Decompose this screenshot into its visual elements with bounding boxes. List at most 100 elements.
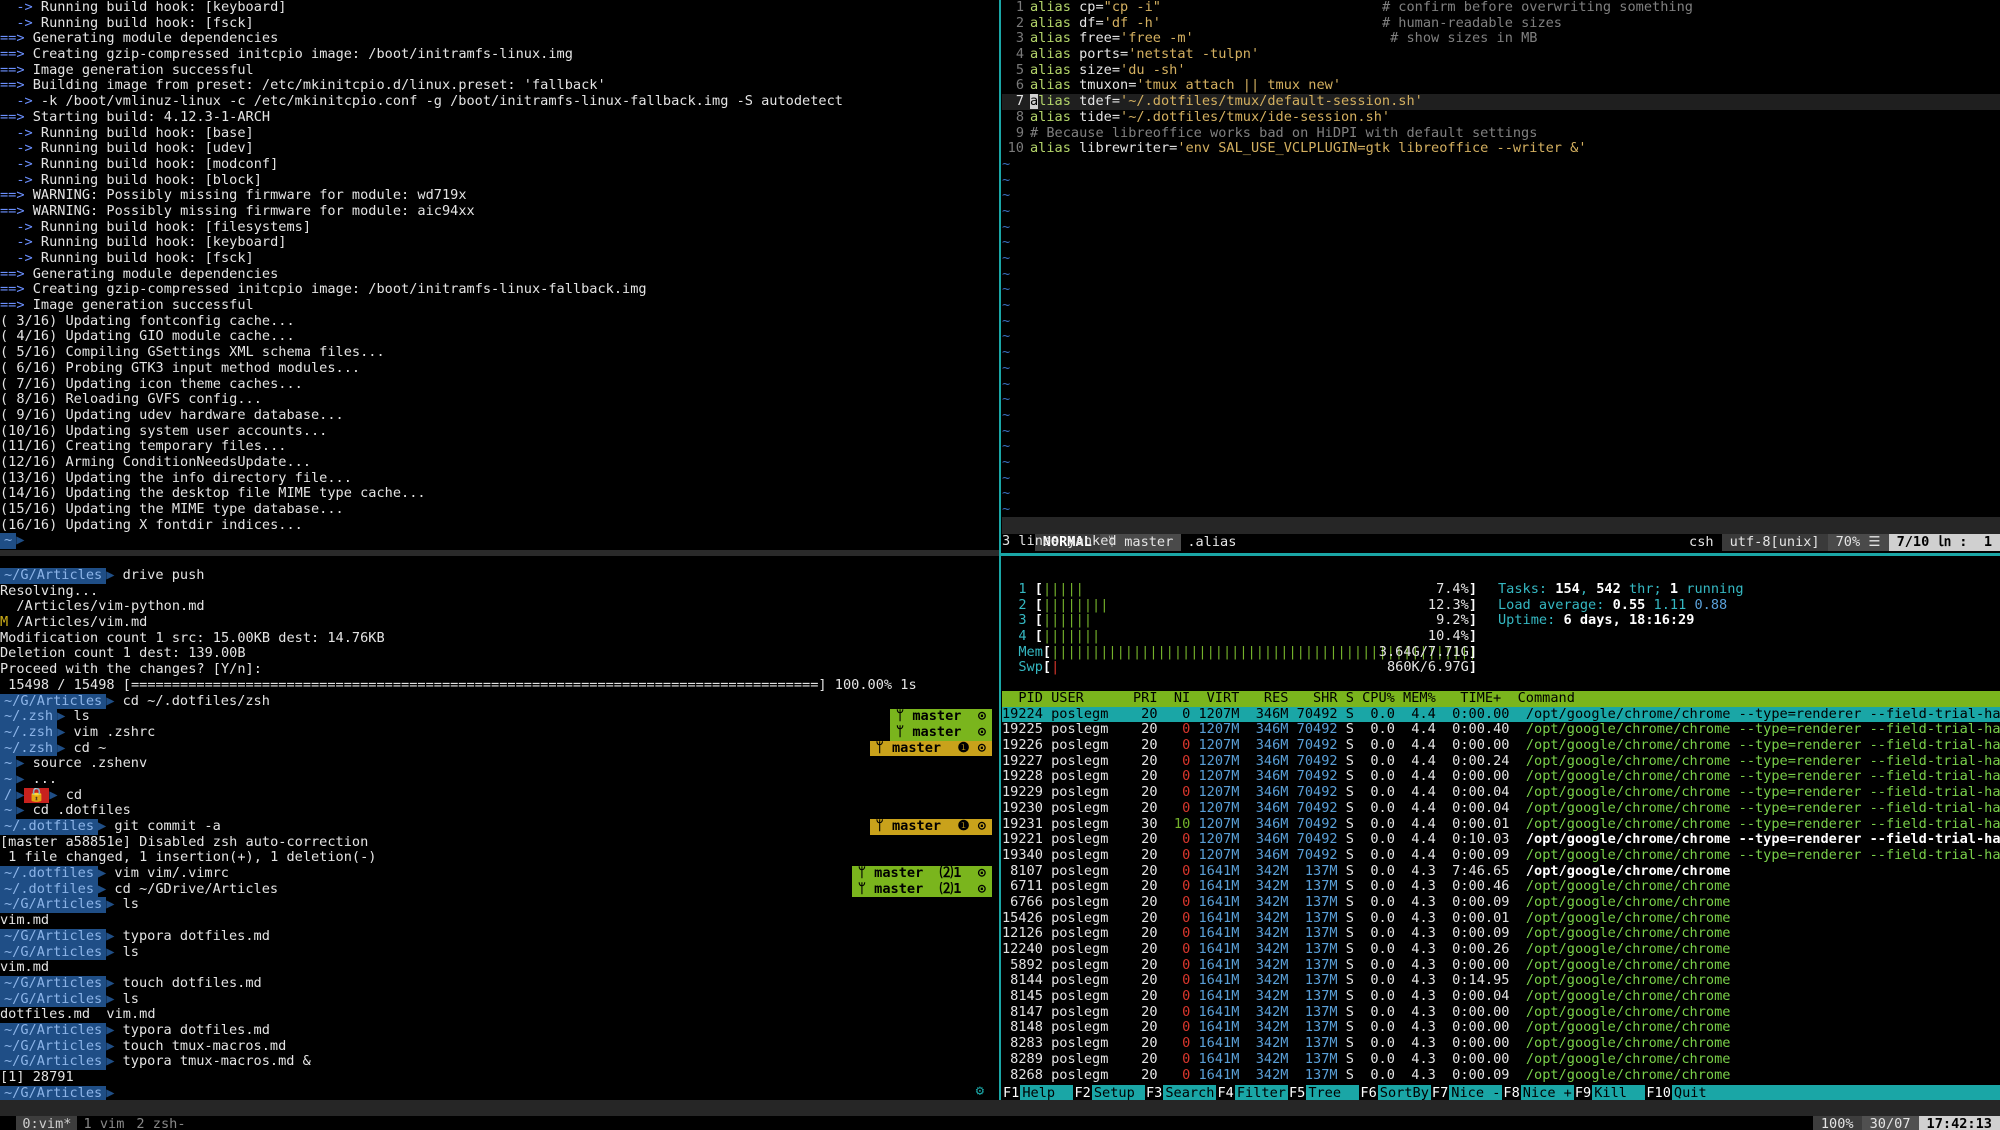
process-mem: 4.3 — [1403, 989, 1444, 1005]
process-mem: 4.3 — [1403, 957, 1444, 973]
fkey-f9[interactable]: F9 Kill — [1573, 1085, 1645, 1101]
process-row[interactable]: 8107 poslegm 20 0 1641M 342M 137M S 0.0 … — [1002, 864, 2000, 880]
build-output-pane[interactable]: -> Running build hook: [keyboard] -> Run… — [0, 0, 998, 552]
pane-divider-left[interactable] — [0, 550, 999, 556]
process-row[interactable]: 6711 poslegm 20 0 1641M 342M 137M S 0.0 … — [1002, 879, 2000, 895]
pane-divider-vertical[interactable] — [999, 0, 1001, 1100]
shell-pane[interactable]: ~/G/Articles ▶ drive push Resolving... /Ar… — [0, 568, 998, 1100]
vim-line[interactable]: 10 alias librewriter='env SAL_USE_VCLPLUG… — [1002, 141, 2000, 157]
prompt-arrow-icon: ▶ — [106, 1022, 123, 1038]
shell-output-line: vim.md — [0, 913, 998, 929]
vim-line[interactable]: 4 alias ports='netstat -tulpn' — [1002, 47, 2000, 63]
shell-command-line[interactable]: ~ ▶ cd .dotfiles — [0, 803, 998, 819]
process-row[interactable]: 8289 poslegm 20 0 1641M 342M 137M S 0.0 … — [1002, 1052, 2000, 1068]
process-cpu: 0.0 — [1362, 816, 1404, 832]
process-pri: 20 — [1132, 785, 1166, 801]
shell-command-line[interactable]: / ▶ 🔒 ▶ cd — [0, 787, 998, 804]
tmux-window-tab[interactable]: 0:vim* — [16, 1116, 78, 1130]
output-text: 1 file changed, 1 insertion(+), 1 deleti… — [0, 850, 377, 866]
vim-line[interactable]: 5 alias size='du -sh' — [1002, 63, 2000, 79]
process-res: 346M — [1247, 706, 1297, 722]
process-row[interactable]: 12126 poslegm 20 0 1641M 342M 137M S 0.0… — [1002, 926, 2000, 942]
tmux-window-tab[interactable]: 1 vim — [77, 1116, 130, 1130]
output-line: (12/16) Arming ConditionNeedsUpdate... — [0, 455, 998, 471]
vim-statusline: NORMAL ᛘ master .alias csh utf-8[unix] 70% ☰… — [1002, 517, 2000, 551]
process-row[interactable]: 19226 poslegm 20 0 1207M 346M 70492 S 0.… — [1002, 738, 2000, 754]
shell-command-line[interactable]: ~/.zsh ▶ cd ~ ᛘ master ❶ ⊙ — [0, 740, 998, 757]
shell-command-line[interactable]: ~/.dotfiles ▶ vim vim/.vimrc ᛘ master ⑵1 ⊙ — [0, 866, 998, 882]
shell-command-line[interactable]: ~/G/Articles ▶ cd ~/.dotfiles/zsh — [0, 693, 998, 710]
shell-command-line[interactable]: ~/G/Articles ▶ ls — [0, 897, 998, 914]
vim-line[interactable]: 1 alias cp="cp -i" # confirm before overw… — [1002, 0, 2000, 16]
fkey-f6[interactable]: F6 SortBy — [1359, 1085, 1430, 1101]
vim-buffer[interactable]: 1 alias cp="cp -i" # confirm before overw… — [1002, 0, 2000, 518]
process-row[interactable]: 19228 poslegm 20 0 1207M 346M 70492 S 0.… — [1002, 769, 2000, 785]
shell-command-line[interactable]: ~/G/Articles ▶ touch tmux-macros.md — [0, 1038, 998, 1055]
process-row[interactable]: 19229 poslegm 20 0 1207M 346M 70492 S 0.… — [1002, 785, 2000, 801]
process-row[interactable]: 19227 poslegm 20 0 1207M 346M 70492 S 0.… — [1002, 754, 2000, 770]
line-text: (15/16) Updating the MIME type database.… — [0, 502, 344, 517]
shell-command-line[interactable]: ~/G/Articles ▶ typora dotfiles.md — [0, 928, 998, 945]
vim-line[interactable]: 8 alias tide='~/.dotfiles/tmux/ide-sessio… — [1002, 110, 2000, 126]
shell-command-line[interactable]: ~/.dotfiles ▶ cd ~/GDrive/Articles ᛘ maste… — [0, 881, 998, 898]
fkey-f10[interactable]: F10 Quit — [1645, 1085, 1708, 1101]
htop-process-table[interactable]: PID USER PRI NI VIRT RES SHR S CPU% MEM%… — [1002, 691, 2000, 1083]
meter-bracket: ] — [1468, 582, 1477, 597]
shell-command-line[interactable]: ~/.dotfiles ▶ git commit -a ᛘ master ❶ ⊙ — [0, 819, 998, 835]
process-row[interactable]: 8283 poslegm 20 0 1641M 342M 137M S 0.0 … — [1002, 1036, 2000, 1052]
fkey-f2[interactable]: F2 Setup — [1073, 1085, 1144, 1101]
process-row[interactable]: 19221 poslegm 20 0 1207M 346M 70492 S 0.… — [1002, 832, 2000, 848]
process-row[interactable]: 8268 poslegm 20 0 1641M 342M 137M S 0.0 … — [1002, 1068, 2000, 1084]
process-row[interactable]: 19230 poslegm 20 0 1207M 346M 70492 S 0.… — [1002, 801, 2000, 817]
shell-command-line[interactable]: ~/G/Articles ▶ ls — [0, 991, 998, 1008]
prompt-arrow-icon: ▶ — [106, 1038, 123, 1054]
process-row[interactable]: 12240 poslegm 20 0 1641M 342M 137M S 0.0… — [1002, 942, 2000, 958]
process-row[interactable]: 19225 poslegm 20 0 1207M 346M 70492 S 0.… — [1002, 722, 2000, 738]
vim-line[interactable]: 7 alias tdef='~/.dotfiles/tmux/default-se… — [1002, 94, 2000, 110]
shell-command-line[interactable]: ~/G/Articles ▶ touch dotfiles.md — [0, 975, 998, 992]
git-status-badge: ᛘ master ❶ ⊙ — [869, 819, 992, 835]
process-row[interactable]: 19340 poslegm 20 0 1207M 346M 70492 S 0.… — [1002, 848, 2000, 864]
process-row[interactable]: 19231 poslegm 30 10 1207M 346M 70492 S 0… — [1002, 817, 2000, 833]
line-number: 2 — [1015, 15, 1024, 31]
shell-command-line[interactable]: ~/G/Articles ▶ typora tmux-macros.md & — [0, 1054, 998, 1070]
process-table-header[interactable]: PID USER PRI NI VIRT RES SHR S CPU% MEM%… — [1002, 691, 2000, 707]
process-row[interactable]: 5892 poslegm 20 0 1641M 342M 137M S 0.0 … — [1002, 958, 2000, 974]
process-row[interactable]: 8144 poslegm 20 0 1641M 342M 137M S 0.0 … — [1002, 973, 2000, 989]
shell-command-line[interactable]: ~/G/Articles ▶ ls — [0, 944, 998, 961]
process-row[interactable]: 8145 poslegm 20 0 1641M 342M 137M S 0.0 … — [1002, 989, 2000, 1005]
line-prefix: -> — [0, 0, 41, 15]
fkey-f7[interactable]: F7 Nice - — [1430, 1085, 1502, 1101]
shell-command-line[interactable]: ~ ▶ ... — [0, 771, 998, 788]
fkey-f4[interactable]: F4 Filter — [1216, 1085, 1287, 1101]
vim-editor-pane[interactable]: 1 alias cp="cp -i" # confirm before overw… — [1002, 0, 2000, 552]
process-pri: 20 — [1132, 769, 1166, 785]
shell-command-line[interactable]: ~/G/Articles ▶ drive push — [0, 568, 998, 584]
shell-command-line[interactable]: ~/G/Articles ▶ — [0, 1085, 998, 1100]
fkey-f8[interactable]: F8 Nice + — [1502, 1085, 1573, 1101]
fkey-key: F3 — [1144, 1085, 1164, 1101]
shell-command-line[interactable]: ~ ▶ source .zshenv — [0, 756, 998, 772]
process-row[interactable]: 8148 poslegm 20 0 1641M 342M 137M S 0.0 … — [1002, 1020, 2000, 1036]
process-row[interactable]: 19224 poslegm 20 0 1207M 346M 70492 S 0.… — [1002, 706, 2000, 723]
output-text: Resolving... — [0, 583, 99, 599]
fkey-f5[interactable]: F5 Tree — [1287, 1085, 1359, 1101]
vim-line[interactable]: 3 alias free='free -m' # show sizes in MB — [1002, 31, 2000, 47]
tmux-window-tab[interactable]: 2 zsh- — [130, 1116, 191, 1130]
vim-line[interactable]: 2 alias df='df -h' # human-readable sizes — [1002, 16, 2000, 32]
vim-line[interactable]: 6 alias tmuxon='tmux attach || tmux new' — [1002, 78, 2000, 94]
shell-command-line[interactable]: ~/.zsh ▶ ls ᛘ master ⊙ — [0, 709, 998, 725]
meter-bracket: [ — [1034, 582, 1043, 597]
prompt-arrow-icon: ▶ — [106, 1085, 123, 1100]
shell-command-line[interactable]: ~/.zsh ▶ vim .zshrc ᛘ master ⊙ — [0, 724, 998, 741]
fkey-f1[interactable]: F1 Help — [1002, 1085, 1073, 1101]
process-row[interactable]: 8147 poslegm 20 0 1641M 342M 137M S 0.0 … — [1002, 1005, 2000, 1021]
pane-divider-right[interactable] — [1001, 553, 2000, 556]
vim-line[interactable]: 9 # Because libreoffice works bad on HiDP… — [1002, 126, 2000, 142]
fkey-f3[interactable]: F3 Search — [1144, 1085, 1216, 1101]
htop-pane[interactable]: 1 [||||| 7.4%] 2 [|||||||| 12.3%] 3 [|||||… — [1002, 568, 2000, 1100]
process-row[interactable]: 15426 poslegm 20 0 1641M 342M 137M S 0.0… — [1002, 911, 2000, 927]
shell-prompt[interactable]: ~ ▶ — [0, 533, 998, 550]
process-row[interactable]: 6766 poslegm 20 0 1641M 342M 137M S 0.0 … — [1002, 895, 2000, 911]
shell-command-line[interactable]: ~/G/Articles ▶ typora dotfiles.md — [0, 1022, 998, 1039]
